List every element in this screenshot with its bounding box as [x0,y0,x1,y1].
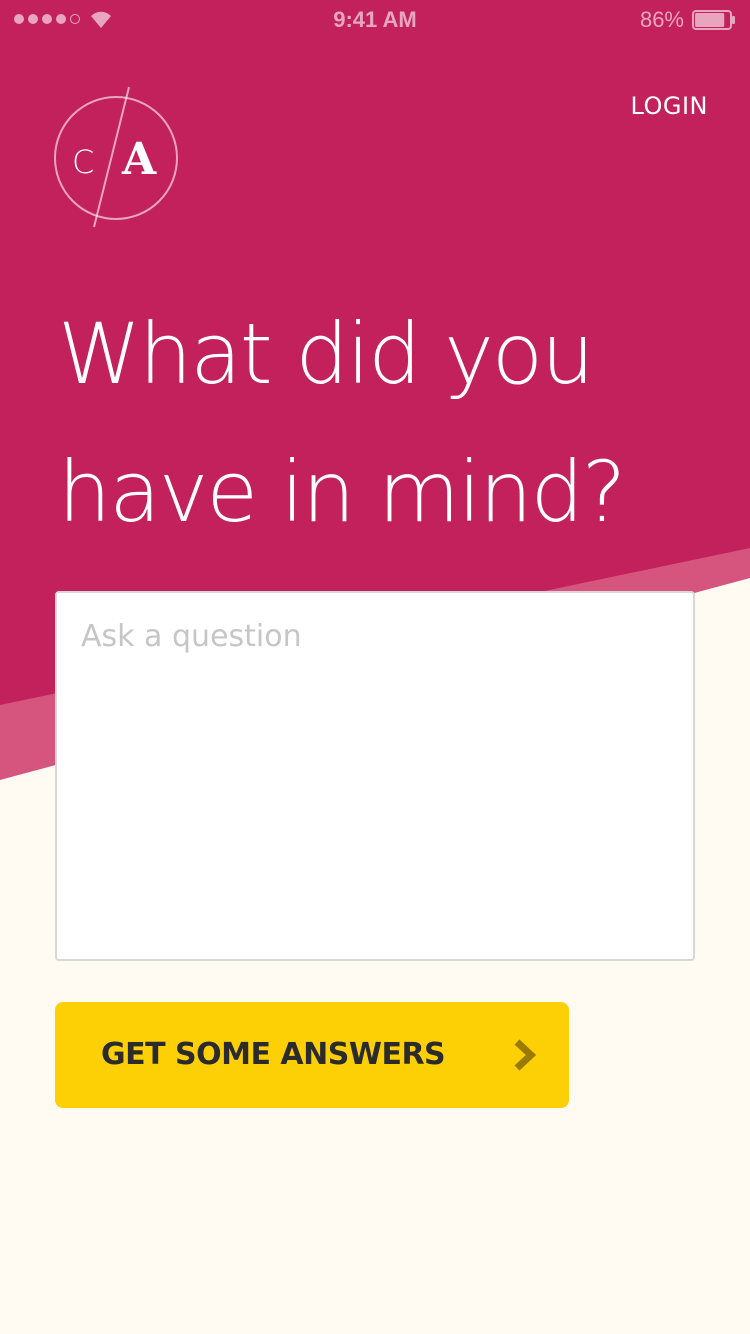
chevron-right-icon [514,1039,537,1071]
status-time: 9:41 AM [333,7,417,32]
headline-line-2: have in mind? [58,443,626,541]
status-bar: 9:41 AM 86% [0,0,750,40]
get-answers-label: GET SOME ANSWERS [101,1037,446,1072]
battery-percentage: 86% [639,7,684,32]
brand-logo: C A [54,86,178,228]
login-link[interactable]: LOGIN [630,92,708,120]
question-input[interactable] [55,591,695,961]
page-headline: What did you have in mind? [58,285,718,561]
battery-icon [692,10,735,30]
logo-letter-c: C [72,143,94,181]
logo-letter-a: A [121,134,157,185]
headline-line-1: What did you [58,305,594,403]
get-answers-button[interactable]: GET SOME ANSWERS [55,1002,569,1108]
